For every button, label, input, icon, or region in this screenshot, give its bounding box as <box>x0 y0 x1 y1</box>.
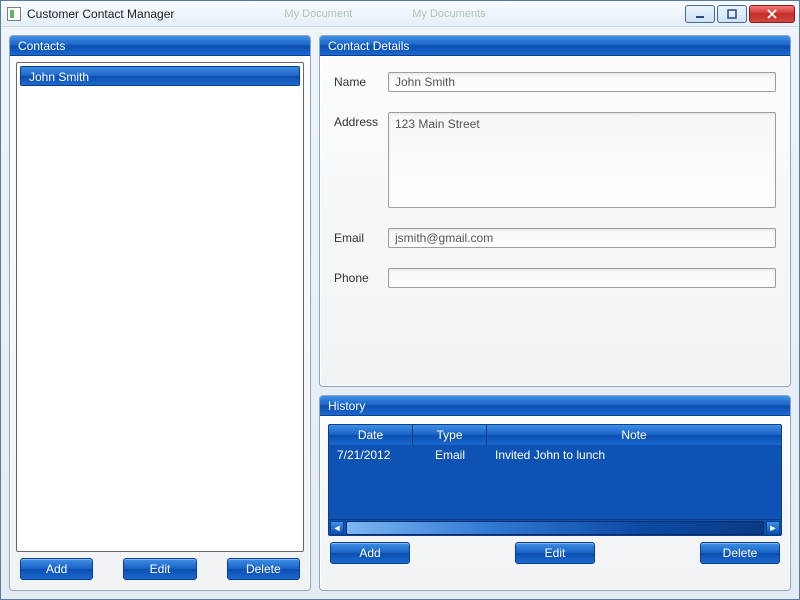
history-add-button[interactable]: Add <box>330 542 410 564</box>
titlebar-ghost-text: My Document My Documents <box>284 8 485 20</box>
contacts-column: Contacts John Smith Add Edit Delete <box>9 35 311 591</box>
row-phone: Phone <box>334 268 776 288</box>
history-header: History <box>320 396 790 416</box>
contacts-header: Contacts <box>10 36 310 56</box>
col-note[interactable]: Note <box>487 425 781 445</box>
details-body: Name Address Email Phone <box>320 56 790 386</box>
address-field[interactable] <box>388 112 776 208</box>
maximize-button[interactable] <box>717 5 747 23</box>
minimize-button[interactable] <box>685 5 715 23</box>
app-window: Customer Contact Manager My Document My … <box>0 0 800 600</box>
label-name: Name <box>334 72 388 89</box>
col-type[interactable]: Type <box>413 425 487 445</box>
contacts-edit-button[interactable]: Edit <box>123 558 196 580</box>
window-controls <box>685 5 795 23</box>
history-edit-button[interactable]: Edit <box>515 542 595 564</box>
cell-type: Email <box>413 445 487 465</box>
right-column: Contact Details Name Address Email <box>319 35 791 591</box>
history-body: Date Type Note 7/21/2012 Email Invited J… <box>320 416 790 590</box>
contacts-add-button[interactable]: Add <box>20 558 93 580</box>
history-panel: History Date Type Note 7/21/2012 Email <box>319 395 791 591</box>
contact-row[interactable]: John Smith <box>20 66 300 86</box>
details-panel: Contact Details Name Address Email <box>319 35 791 387</box>
history-button-row: Add Edit Delete <box>328 536 782 566</box>
contacts-panel: Contacts John Smith Add Edit Delete <box>9 35 311 591</box>
contacts-button-row: Add Edit Delete <box>16 552 304 584</box>
history-grid[interactable]: Date Type Note 7/21/2012 Email Invited J… <box>328 424 782 536</box>
history-grid-rows: 7/21/2012 Email Invited John to lunch <box>329 445 781 519</box>
scroll-left-icon[interactable]: ◄ <box>330 521 344 535</box>
minimize-icon <box>695 9 705 19</box>
window-title: Customer Contact Manager <box>27 7 174 21</box>
col-date[interactable]: Date <box>329 425 413 445</box>
label-address: Address <box>334 112 388 129</box>
titlebar[interactable]: Customer Contact Manager My Document My … <box>1 1 799 27</box>
contacts-body: John Smith Add Edit Delete <box>10 56 310 590</box>
history-hscrollbar[interactable]: ◄ ► <box>329 519 781 535</box>
cell-note: Invited John to lunch <box>487 445 781 465</box>
contacts-list[interactable]: John Smith <box>16 62 304 552</box>
row-address: Address <box>334 112 776 208</box>
label-phone: Phone <box>334 268 388 285</box>
row-name: Name <box>334 72 776 92</box>
email-field[interactable] <box>388 228 776 248</box>
cell-date: 7/21/2012 <box>329 445 413 465</box>
contact-name: John Smith <box>29 70 89 84</box>
details-header: Contact Details <box>320 36 790 56</box>
history-row[interactable]: 7/21/2012 Email Invited John to lunch <box>329 445 781 465</box>
contacts-delete-button[interactable]: Delete <box>227 558 300 580</box>
client-area: Contacts John Smith Add Edit Delete <box>1 27 799 599</box>
app-icon <box>7 7 21 21</box>
name-field[interactable] <box>388 72 776 92</box>
scroll-track[interactable] <box>346 521 764 535</box>
maximize-icon <box>727 9 737 19</box>
close-icon <box>766 9 778 19</box>
row-email: Email <box>334 228 776 248</box>
scroll-right-icon[interactable]: ► <box>766 521 780 535</box>
phone-field[interactable] <box>388 268 776 288</box>
close-button[interactable] <box>749 5 795 23</box>
history-grid-header: Date Type Note <box>329 425 781 445</box>
label-email: Email <box>334 228 388 245</box>
history-delete-button[interactable]: Delete <box>700 542 780 564</box>
